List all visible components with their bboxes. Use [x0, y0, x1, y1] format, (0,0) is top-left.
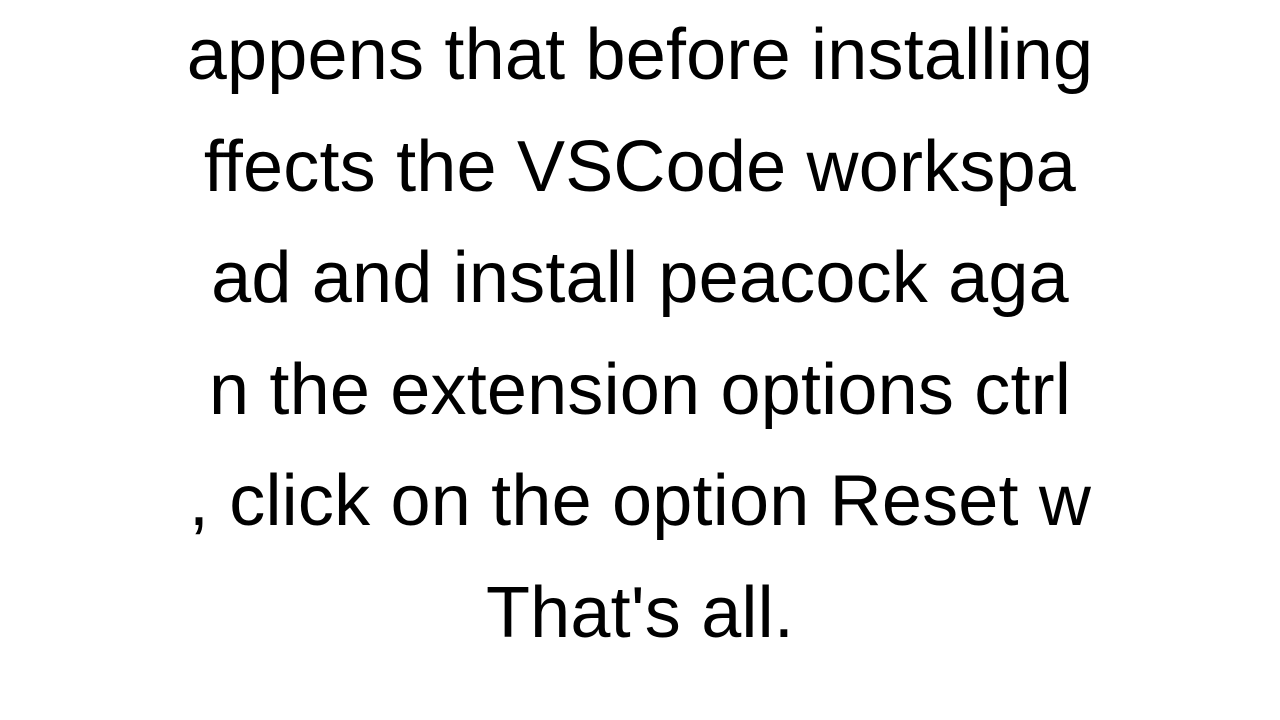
- text-line-5: , click on the option Reset w: [189, 446, 1091, 558]
- text-line-4: n the extension options ctrl: [209, 335, 1071, 447]
- text-line-2: ffects the VSCode workspa: [204, 112, 1076, 224]
- text-line-1: appens that before installing: [187, 0, 1093, 112]
- text-line-3: ad and install peacock aga: [211, 223, 1069, 335]
- text-line-6: That's all.: [486, 558, 794, 670]
- text-block: appens that before installing ffects the…: [0, 0, 1280, 720]
